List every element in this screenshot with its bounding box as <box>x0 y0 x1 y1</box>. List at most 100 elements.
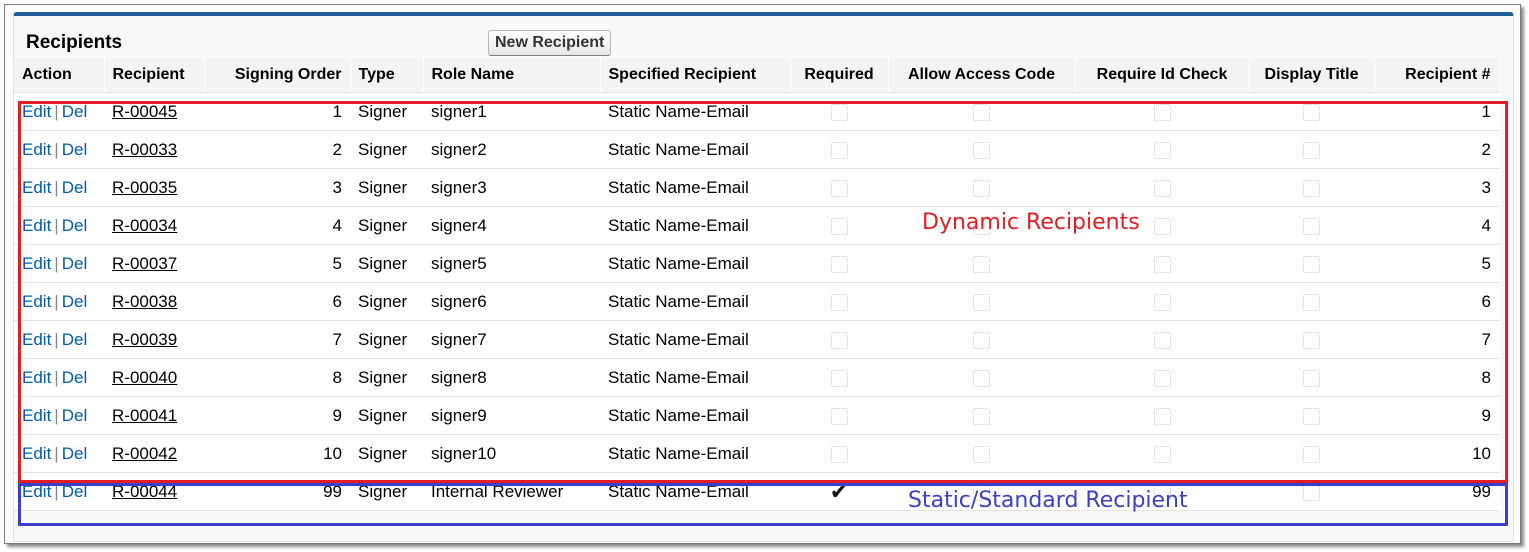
empty-checkbox-icon <box>830 407 848 425</box>
empty-checkbox-icon <box>1303 217 1320 235</box>
empty-checkbox-icon <box>830 179 848 197</box>
signing-order-value: 2 <box>332 139 342 159</box>
edit-link[interactable]: Edit <box>22 140 51 159</box>
edit-link[interactable]: Edit <box>22 292 51 311</box>
edit-link[interactable]: Edit <box>22 254 51 273</box>
display-title-cell <box>1249 92 1374 131</box>
recipient-link[interactable]: R-00040 <box>112 368 177 387</box>
role-name-cell: signer1 <box>423 92 600 131</box>
header-recipient[interactable]: Recipient <box>104 58 205 93</box>
type-value: Signer <box>358 253 408 273</box>
edit-link[interactable]: Edit <box>22 178 51 197</box>
edit-link[interactable]: Edit <box>22 482 51 501</box>
header-type[interactable]: Type <box>350 58 424 93</box>
recipient-link[interactable]: R-00041 <box>112 406 177 425</box>
role-name-value: signer2 <box>431 139 487 159</box>
recipient-number-value: 6 <box>1481 291 1491 311</box>
recipient-cell: R-00038 <box>104 282 204 321</box>
delete-link[interactable]: Del <box>62 254 88 273</box>
recipient-number-value: 7 <box>1481 329 1491 349</box>
empty-checkbox-icon <box>1303 483 1320 501</box>
edit-link[interactable]: Edit <box>22 368 51 387</box>
role-name-cell: signer10 <box>423 434 600 473</box>
required-cell: ✔ <box>790 472 888 511</box>
recipient-number-cell: 5 <box>1374 244 1499 283</box>
header-required[interactable]: Required <box>790 58 889 93</box>
recipient-link[interactable]: R-00034 <box>112 216 177 235</box>
recipient-cell: R-00033 <box>104 130 204 169</box>
header-display-title[interactable]: Display Title <box>1249 58 1375 93</box>
delete-link[interactable]: Del <box>62 140 88 159</box>
header-role-name[interactable]: Role Name <box>423 58 601 93</box>
role-name-cell: signer6 <box>423 282 600 321</box>
require-id-check-cell <box>1075 434 1249 473</box>
delete-link[interactable]: Del <box>62 482 88 501</box>
header-recipient-number[interactable]: Recipient # <box>1374 58 1500 93</box>
delete-link[interactable]: Del <box>62 330 88 349</box>
allow-access-code-cell <box>888 282 1075 321</box>
table-row: Edit | Del R-00042 10 Signer signer10 Static Na… <box>14 434 1499 473</box>
delete-link[interactable]: Del <box>62 178 88 197</box>
specified-recipient-value: Static Name-Email <box>608 443 749 463</box>
header-signing-order[interactable]: Signing Order <box>204 58 351 93</box>
recipient-link[interactable]: R-00044 <box>112 482 177 501</box>
delete-link[interactable]: Del <box>62 102 88 121</box>
static-recipient-label: Static/Standard Recipient <box>908 488 1188 513</box>
edit-link[interactable]: Edit <box>22 330 51 349</box>
specified-recipient-cell: Static Name-Email <box>600 434 790 473</box>
empty-checkbox-icon <box>1153 293 1171 311</box>
require-id-check-cell <box>1075 244 1249 283</box>
table-row: Edit | Del R-00038 6 Signer signer6 Static Name… <box>14 282 1499 321</box>
header-specified-recipient[interactable]: Specified Recipient <box>600 58 791 93</box>
recipient-link[interactable]: R-00045 <box>112 102 177 121</box>
recipient-number-cell: 10 <box>1374 434 1499 473</box>
recipient-link[interactable]: R-00035 <box>112 178 177 197</box>
recipient-link[interactable]: R-00038 <box>112 292 177 311</box>
delete-link[interactable]: Del <box>62 368 88 387</box>
recipient-cell: R-00042 <box>104 434 204 473</box>
empty-checkbox-icon <box>830 331 848 349</box>
signing-order-value: 5 <box>332 253 342 273</box>
empty-checkbox-icon <box>1153 179 1171 197</box>
display-title-cell <box>1249 244 1374 283</box>
recipient-cell: R-00045 <box>104 92 204 131</box>
display-title-cell <box>1249 168 1374 207</box>
delete-link[interactable]: Del <box>62 292 88 311</box>
recipient-link[interactable]: R-00042 <box>112 444 177 463</box>
signing-order-cell: 6 <box>204 282 350 321</box>
recipient-link[interactable]: R-00033 <box>112 140 177 159</box>
recipient-cell: R-00041 <box>104 396 204 435</box>
recipient-cell: R-00035 <box>104 168 204 207</box>
recipient-link[interactable]: R-00039 <box>112 330 177 349</box>
signing-order-value: 9 <box>332 405 342 425</box>
edit-link[interactable]: Edit <box>22 216 51 235</box>
specified-recipient-cell: Static Name-Email <box>600 320 790 359</box>
delete-link[interactable]: Del <box>62 406 88 425</box>
type-cell: Signer <box>350 396 423 435</box>
display-title-cell <box>1249 206 1374 245</box>
action-cell: Edit | Del <box>14 130 104 169</box>
header-require-id-check[interactable]: Require Id Check <box>1075 58 1250 93</box>
new-recipient-button[interactable]: New Recipient <box>488 30 612 56</box>
section-title: Recipients <box>26 32 123 53</box>
type-cell: Signer <box>350 472 423 511</box>
recipient-number-value: 10 <box>1472 443 1491 463</box>
delete-link[interactable]: Del <box>62 216 88 235</box>
type-value: Signer <box>358 481 408 501</box>
edit-link[interactable]: Edit <box>22 406 51 425</box>
specified-recipient-value: Static Name-Email <box>608 481 749 501</box>
empty-checkbox-icon <box>1153 331 1171 349</box>
specified-recipient-cell: Static Name-Email <box>600 168 790 207</box>
required-cell <box>790 358 888 397</box>
edit-link[interactable]: Edit <box>22 102 51 121</box>
table-row: Edit | Del R-00041 9 Signer signer9 Static Name… <box>14 396 1499 435</box>
recipient-link[interactable]: R-00037 <box>112 254 177 273</box>
header-allow-access-code[interactable]: Allow Access Code <box>888 58 1076 93</box>
role-name-cell: signer5 <box>423 244 600 283</box>
recipient-number-cell: 9 <box>1374 396 1499 435</box>
recipient-cell: R-00034 <box>104 206 204 245</box>
delete-link[interactable]: Del <box>62 444 88 463</box>
action-cell: Edit | Del <box>14 472 104 511</box>
role-name-value: signer10 <box>431 443 497 463</box>
edit-link[interactable]: Edit <box>22 444 51 463</box>
